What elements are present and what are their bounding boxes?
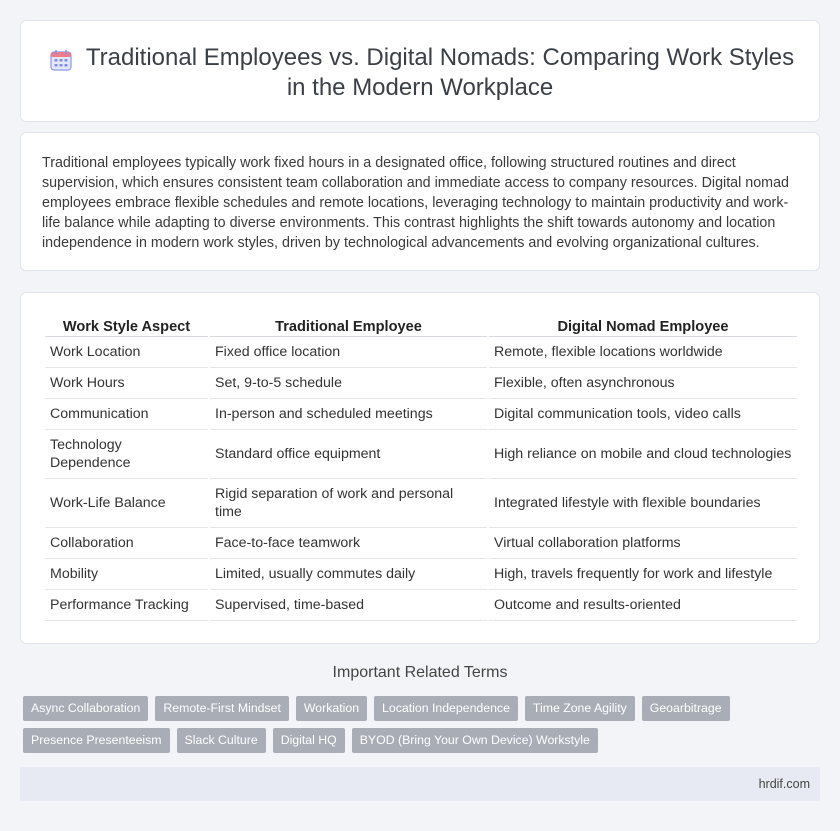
tag-geoarbitrage[interactable]: Geoarbitrage <box>641 696 730 721</box>
cell-aspect: Work Location <box>45 337 208 368</box>
comparison-card: Work Style Aspect Traditional Employee D… <box>20 292 820 644</box>
cell-traditional: Set, 9-to-5 schedule <box>210 368 487 399</box>
cell-aspect: Work Hours <box>45 368 208 399</box>
cell-nomad: Virtual collaboration platforms <box>489 528 797 559</box>
table-row: Mobility Limited, usually commutes daily… <box>45 559 797 590</box>
column-header-nomad: Digital Nomad Employee <box>489 313 797 337</box>
page-title-line2: in the Modern Workplace <box>286 74 554 101</box>
cell-aspect: Work-Life Balance <box>45 479 208 528</box>
related-terms-title: Important Related Terms <box>332 664 508 681</box>
cell-aspect: Mobility <box>45 559 208 590</box>
tag-async-collaboration[interactable]: Async Collaboration <box>23 696 149 721</box>
cell-traditional: Limited, usually commutes daily <box>210 559 487 590</box>
cell-nomad: Integrated lifestyle with flexible bound… <box>489 479 797 528</box>
comparison-table: Work Style Aspect Traditional Employee D… <box>43 313 799 621</box>
table-row: Work Hours Set, 9-to-5 schedule Flexible… <box>45 368 797 399</box>
cell-aspect: Performance Tracking <box>45 590 208 621</box>
cell-nomad: Digital communication tools, video calls <box>489 399 797 430</box>
table-row: Work-Life Balance Rigid separation of wo… <box>45 479 797 528</box>
cell-nomad: Flexible, often asynchronous <box>489 368 797 399</box>
tag-time-zone-agility[interactable]: Time Zone Agility <box>524 696 635 721</box>
cell-traditional: Supervised, time-based <box>210 590 487 621</box>
intro-text: Traditional employees typically work fix… <box>42 155 789 251</box>
cell-nomad: Outcome and results-oriented <box>489 590 797 621</box>
cell-traditional: Rigid separation of work and personal ti… <box>210 479 487 528</box>
tag-slack-culture[interactable]: Slack Culture <box>176 728 266 753</box>
cell-traditional: Standard office equipment <box>210 430 487 479</box>
cell-traditional: Face-to-face teamwork <box>210 528 487 559</box>
column-header-aspect: Work Style Aspect <box>45 313 208 337</box>
tag-byod-workstyle[interactable]: BYOD (Bring Your Own Device) Workstyle <box>351 728 598 753</box>
cell-nomad: High, travels frequently for work and li… <box>489 559 797 590</box>
footer-site[interactable]: hrdif.com <box>759 777 810 791</box>
table-row: Work Location Fixed office location Remo… <box>45 337 797 368</box>
table-row: Collaboration Face-to-face teamwork Virt… <box>45 528 797 559</box>
cell-aspect: Communication <box>45 399 208 430</box>
cell-aspect: Technology Dependence <box>45 430 208 479</box>
header-card: Traditional Employees vs. Digital Nomads… <box>20 20 820 122</box>
related-terms-tags: Async Collaboration Remote-First Mindset… <box>23 696 803 760</box>
intro-card: Traditional employees typically work fix… <box>20 132 820 271</box>
tag-remote-first-mindset[interactable]: Remote-First Mindset <box>155 696 289 721</box>
cell-nomad: High reliance on mobile and cloud techno… <box>489 430 797 479</box>
cell-aspect: Collaboration <box>45 528 208 559</box>
footer: hrdif.com <box>20 767 820 801</box>
tag-location-independence[interactable]: Location Independence <box>374 696 518 721</box>
cell-traditional: In-person and scheduled meetings <box>210 399 487 430</box>
table-row: Performance Tracking Supervised, time-ba… <box>45 590 797 621</box>
table-row: Technology Dependence Standard office eq… <box>45 430 797 479</box>
tag-workation[interactable]: Workation <box>295 696 368 721</box>
tag-presence-presenteeism[interactable]: Presence Presenteeism <box>23 728 170 753</box>
cell-traditional: Fixed office location <box>210 337 487 368</box>
column-header-traditional: Traditional Employee <box>210 313 487 337</box>
table-row: Communication In-person and scheduled me… <box>45 399 797 430</box>
table-header-row: Work Style Aspect Traditional Employee D… <box>45 313 797 337</box>
page-title: Traditional Employees vs. Digital Nomads… <box>21 43 819 103</box>
cell-nomad: Remote, flexible locations worldwide <box>489 337 797 368</box>
page-title-line1: Traditional Employees vs. Digital Nomads… <box>85 44 795 71</box>
tag-digital-hq[interactable]: Digital HQ <box>272 728 345 753</box>
